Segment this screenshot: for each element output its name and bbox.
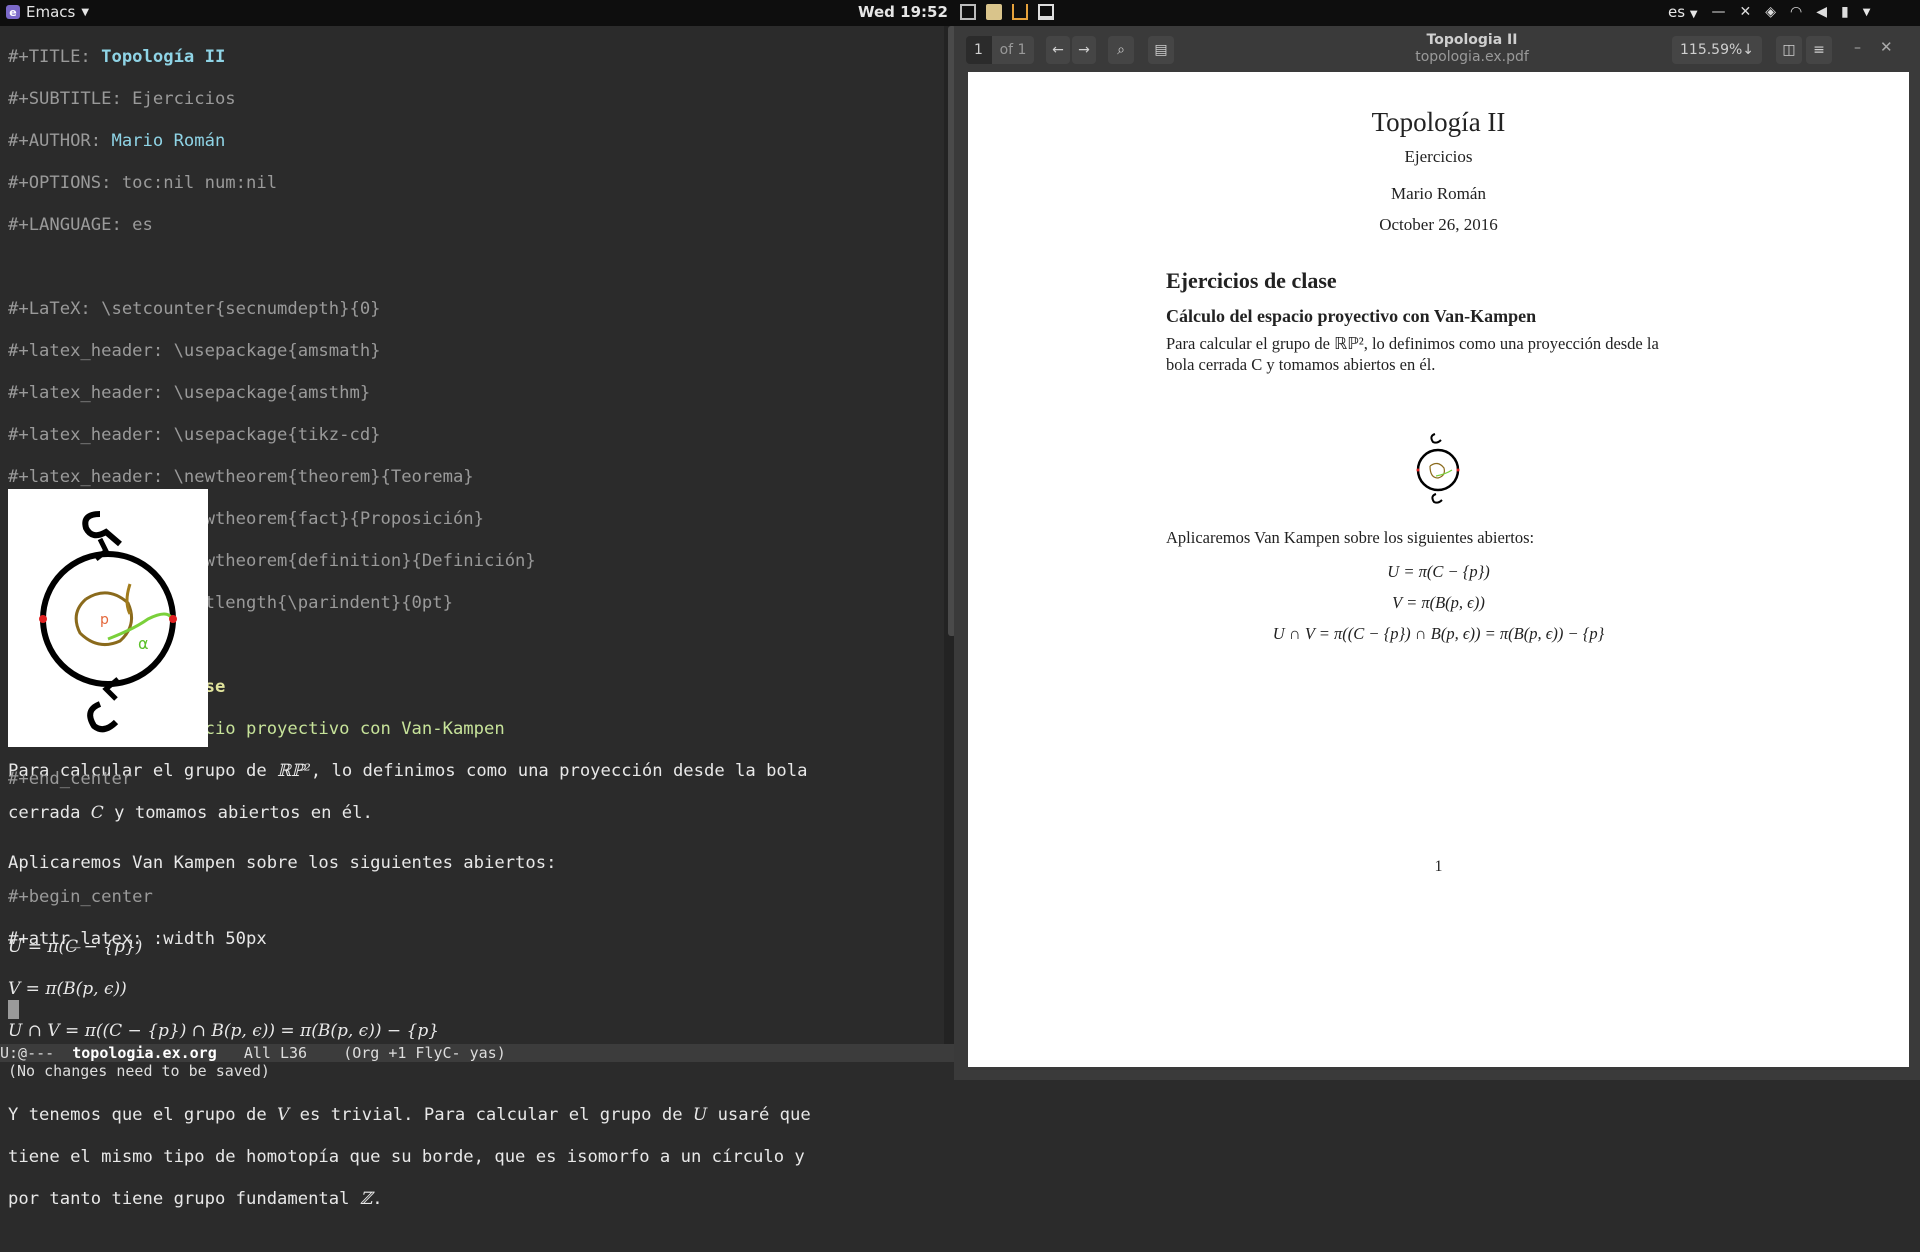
page-number: 1 xyxy=(1434,858,1443,875)
editor-buffer-tail[interactable]: #+end_center Aplicaremos Van Kampen sobr… xyxy=(8,748,928,1252)
line-paragraph-5: tiene el mismo tipo de homotopía que su … xyxy=(8,1147,805,1167)
line-latex-setcounter: #+LaTeX: \setcounter{secnumdepth}{0} xyxy=(8,299,381,319)
document-title: Topologia II topologia.ex.pdf xyxy=(1272,32,1672,66)
volume-icon[interactable]: ◀ xyxy=(1816,4,1827,20)
close-icon[interactable]: ✕ xyxy=(1880,38,1893,56)
line-header-amsthm: #+latex_header: \usepackage{amsthm} xyxy=(8,383,371,403)
line-author: #+AUTHOR: Mario Román xyxy=(8,131,226,151)
page-number-input[interactable]: 1 xyxy=(966,36,992,64)
chevron-down-icon: ▼ xyxy=(81,6,90,18)
chevron-down-icon[interactable]: ▼ xyxy=(1863,7,1871,18)
line-language: #+LANGUAGE: es xyxy=(8,215,153,235)
system-menu: es ▼ — ✕ ◈ ◠ ◀ ▮ ▼ xyxy=(1668,3,1870,21)
emacs-window: #+TITLE: Topología II #+SUBTITLE: Ejerci… xyxy=(0,26,940,1209)
keyboard-layout[interactable]: es ▼ xyxy=(1668,3,1698,21)
annotate-icon[interactable]: ◫ xyxy=(1776,36,1802,64)
page-paragraph-2: Aplicaremos Van Kampen sobre los siguien… xyxy=(1166,528,1535,547)
buffer-status: U:@--- xyxy=(0,1044,73,1062)
previous-page-icon[interactable]: ← xyxy=(1046,36,1070,64)
top-panel: e Emacs ▼ Wed 19:52 es ▼ — ✕ ◈ ◠ ◀ ▮ ▼ xyxy=(0,0,1920,26)
paragraph-line: Para calcular el grupo de ℝℙ², lo defini… xyxy=(1166,334,1659,353)
line-equation-1: U = π(C − {p}) xyxy=(8,937,143,957)
file-name: topologia.ex.pdf xyxy=(1415,49,1529,65)
projective-space-drawing: p α xyxy=(39,511,177,733)
page-author: Mario Román xyxy=(1391,184,1486,203)
inline-image: p α xyxy=(8,489,208,747)
line-equation-2: V = π(B(p, ϵ)) xyxy=(8,979,127,999)
minimize-icon[interactable]: — xyxy=(1712,4,1726,20)
display-icon[interactable] xyxy=(1038,4,1054,20)
emacs-icon: e xyxy=(6,5,20,19)
hamburger-menu-icon[interactable]: ≡ xyxy=(1806,36,1832,64)
zoom-value: 115.59% xyxy=(1680,42,1743,58)
battery-icon[interactable]: ▮ xyxy=(1841,4,1849,20)
pdf-toolbar: 1 of 1 ← → ⌕ ▤ Topologia II topologia.ex… xyxy=(954,26,1920,72)
app-name: Emacs xyxy=(26,3,76,21)
pdf-page: Topología II Ejercicios Mario Román Octo… xyxy=(968,72,1909,1067)
page-equation-3: U ∩ V = π((C − {p}) ∩ B(p, ϵ)) = π(B(p, … xyxy=(1272,624,1605,643)
line-title: #+TITLE: Topología II xyxy=(8,47,226,67)
page-figure xyxy=(1416,433,1460,504)
svg-text:p: p xyxy=(100,612,109,628)
wifi-icon[interactable]: ◠ xyxy=(1790,4,1802,20)
page-equation-1: U = π(C − {p}) xyxy=(1387,562,1490,581)
page-title: Topología II xyxy=(1371,107,1506,137)
bag-icon[interactable] xyxy=(1012,4,1028,20)
mode-line: U:@--- topologia.ex.org All L36 (Org +1 … xyxy=(0,1044,960,1062)
page-subtitle: Ejercicios xyxy=(1404,147,1473,166)
line-options: #+OPTIONS: toc:nil num:nil xyxy=(8,173,278,193)
network-icon[interactable]: ◈ xyxy=(1765,4,1776,20)
page-count-label: of 1 xyxy=(992,36,1034,64)
next-page-icon[interactable]: → xyxy=(1072,36,1096,64)
app-menu[interactable]: e Emacs ▼ xyxy=(6,3,89,21)
line-subtitle: #+SUBTITLE: Ejercicios xyxy=(8,89,236,109)
pdf-viewer-window: 1 of 1 ← → ⌕ ▤ Topologia II topologia.ex… xyxy=(954,26,1920,1080)
line-header-tikzcd: #+latex_header: \usepackage{tikz-cd} xyxy=(8,425,381,445)
tray xyxy=(960,4,1054,20)
minibuffer[interactable]: (No changes need to be saved) xyxy=(0,1062,968,1080)
line-paragraph-6: por tanto tiene grupo fundamental ℤ. xyxy=(8,1189,383,1209)
buffer-position: All L36 xyxy=(216,1044,344,1062)
notes-icon[interactable] xyxy=(986,4,1002,20)
line-paragraph-3: Aplicaremos Van Kampen sobre los siguien… xyxy=(8,853,557,873)
line-header-theorem: #+latex_header: \newtheorem{theorem}{Teo… xyxy=(8,467,474,487)
minimize-icon[interactable]: – xyxy=(1854,40,1861,56)
screenshot-icon[interactable] xyxy=(960,4,976,20)
buffer-name[interactable]: topologia.ex.org xyxy=(72,1044,217,1062)
page-section-heading: Ejercicios de clase xyxy=(1166,268,1337,293)
zoom-select[interactable]: 115.59% ↓ xyxy=(1672,36,1762,64)
page-subsection-heading: Cálculo del espacio proyectivo con Van-K… xyxy=(1166,306,1537,326)
major-minor-modes[interactable]: (Org +1 FlyC- yas) xyxy=(343,1044,506,1062)
page-date: October 26, 2016 xyxy=(1379,215,1498,234)
text-cursor xyxy=(8,1000,19,1019)
search-icon[interactable]: ⌕ xyxy=(1108,36,1134,64)
line-header-amsmath: #+latex_header: \usepackage{amsmath} xyxy=(8,341,381,361)
sidebar-toggle-icon[interactable]: ▤ xyxy=(1148,36,1174,64)
line-equation-3: U ∩ V = π((C − {p}) ∩ B(p, ϵ)) = π(B(p, … xyxy=(8,1021,440,1041)
clock[interactable]: Wed 19:52 xyxy=(858,3,948,21)
paragraph-line: bola cerrada C y tomamos abiertos en él. xyxy=(1166,355,1436,374)
window-title: Topologia II xyxy=(1426,32,1518,48)
page-equation-2: V = π(B(p, ϵ)) xyxy=(1392,593,1485,612)
line-end-center: #+end_center xyxy=(8,769,133,789)
svg-text:α: α xyxy=(138,634,149,653)
page-paragraph-1: Para calcular el grupo de ℝℙ², lo defini… xyxy=(1166,333,1726,375)
close-icon[interactable]: ✕ xyxy=(1740,4,1752,20)
arrow-down-icon: ↓ xyxy=(1742,42,1755,58)
line-paragraph-4: Y tenemos que el grupo de V es trivial. … xyxy=(8,1105,811,1125)
